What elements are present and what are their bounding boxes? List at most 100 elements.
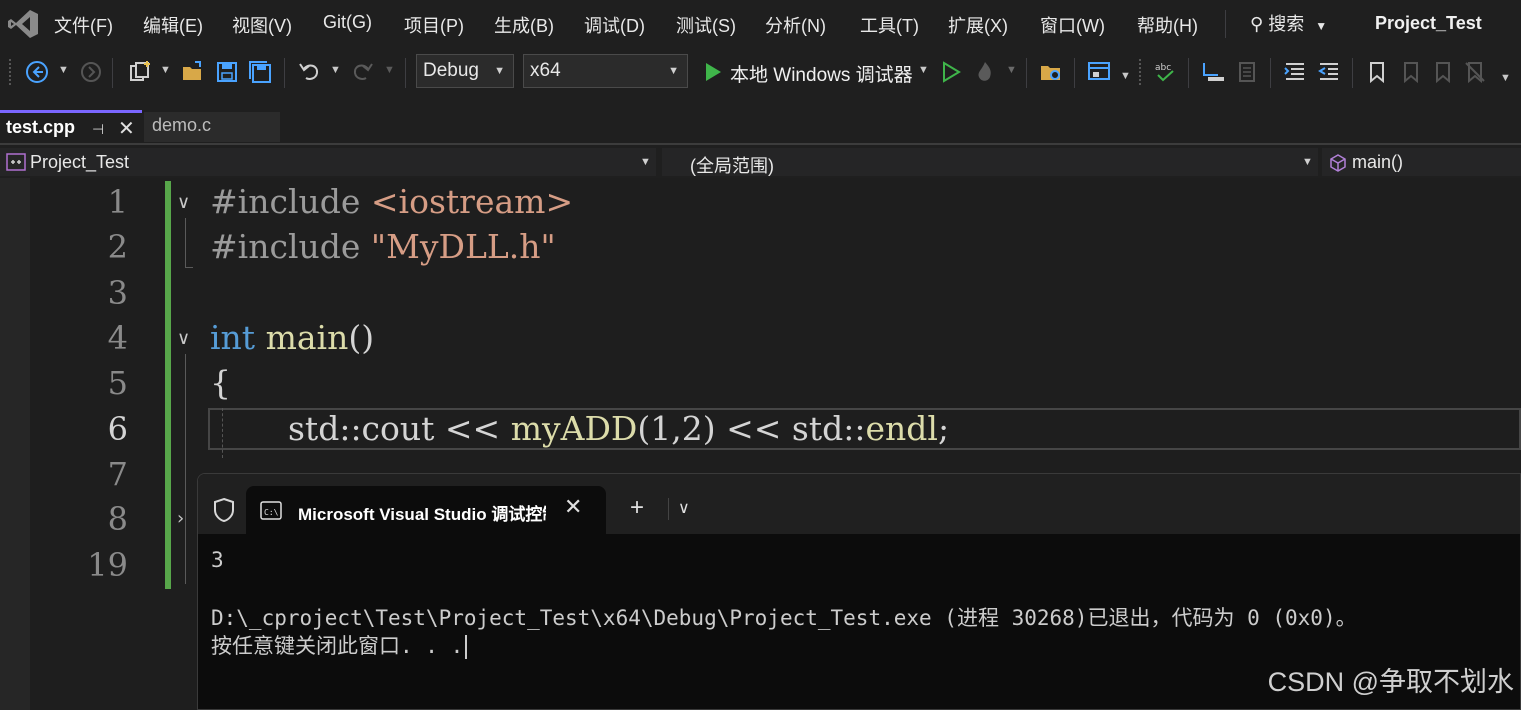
include-header: "MyDLL.h" <box>370 227 556 266</box>
console-prompt-line: 按任意键关闭此窗口. . . <box>211 630 468 660</box>
search-button[interactable]: ⚲ 搜索 ▼ <box>1250 10 1327 36</box>
console-title-bar[interactable]: C:\ Microsoft Visual Studio 调试控制台 ✕ + ∨ <box>198 474 1520 534</box>
collapse-chevron-icon[interactable]: ∨ <box>177 328 190 349</box>
menu-tools[interactable]: 工具(T) <box>860 12 919 38</box>
hot-reload-icon[interactable] <box>972 59 998 85</box>
code-line-1: #include <iostream> <box>210 182 573 221</box>
solution-configuration-select[interactable]: Debug ▼ <box>416 54 514 88</box>
terminal-icon: C:\ <box>260 501 282 520</box>
outline-guide <box>185 354 186 584</box>
close-icon[interactable]: ✕ <box>564 494 582 520</box>
menu-project[interactable]: 项目(P) <box>404 12 464 38</box>
spell-check-icon[interactable]: abc <box>1152 59 1178 85</box>
console-tab[interactable]: C:\ Microsoft Visual Studio 调试控制台 ✕ <box>246 486 606 534</box>
tab-test-cpp[interactable]: test.cpp ⊣ ✕ <box>0 110 142 144</box>
menu-git[interactable]: Git(G) <box>323 12 372 33</box>
start-debugging-button[interactable]: 本地 Windows 调试器 <box>730 60 913 87</box>
include-header: <iostream> <box>370 182 574 221</box>
preprocessor-directive: #include <box>210 227 361 266</box>
menu-debug[interactable]: 调试(D) <box>584 12 645 38</box>
menu-view[interactable]: 视图(V) <box>232 12 292 38</box>
watermark: CSDN @争取不划水 <box>1267 667 1514 697</box>
menu-file[interactable]: 文件(F) <box>54 12 113 38</box>
console-exit-message: D:\_cproject\Test\Project_Test\x64\Debug… <box>211 606 1357 630</box>
change-tracking-bar <box>165 181 171 589</box>
previous-bookmark-icon[interactable] <box>1398 59 1424 85</box>
chevron-down-icon[interactable]: ∨ <box>678 498 690 518</box>
hot-reload-dropdown-icon[interactable]: ▼ <box>1006 64 1017 76</box>
toolbar-grip[interactable] <box>1138 58 1142 86</box>
member-select[interactable]: main() <box>1322 148 1521 176</box>
menu-edit[interactable]: 编辑(E) <box>143 12 203 38</box>
toolbar-divider <box>1026 58 1027 88</box>
step-into-specific-icon[interactable] <box>1200 59 1226 85</box>
navigate-forward-icon[interactable] <box>78 59 104 85</box>
menu-test[interactable]: 测试(S) <box>676 12 736 38</box>
tab-label: demo.c <box>152 115 212 135</box>
standard-toolbar: ▼ ▼ ▼ ▼ Debug ▼ x64 ▼ 本地 Windows 调试器 ▼ ▼ <box>0 50 1521 94</box>
menu-analyze[interactable]: 分析(N) <box>765 12 826 38</box>
back-dropdown-icon[interactable]: ▼ <box>58 64 69 76</box>
chevron-down-icon: ▼ <box>1302 156 1313 168</box>
solution-platform-select[interactable]: x64 ▼ <box>523 54 688 88</box>
code-line-2: #include "MyDLL.h" <box>210 227 556 266</box>
redo-dropdown-icon[interactable]: ▼ <box>384 64 395 76</box>
line-number: 19 <box>87 546 128 584</box>
window-layout-icon[interactable] <box>1086 59 1112 85</box>
collapse-chevron-icon[interactable]: ∨ <box>177 192 190 213</box>
tab-demo-c[interactable]: demo.c <box>144 112 280 142</box>
menu-divider <box>1225 10 1226 38</box>
open-folder-icon[interactable] <box>180 59 206 85</box>
function-name: main <box>265 318 349 357</box>
toolbar-divider <box>1074 58 1075 88</box>
line-number: 1 <box>107 183 128 221</box>
redo-icon[interactable] <box>350 59 376 85</box>
bookmark-icon[interactable] <box>1364 59 1390 85</box>
console-output-line: 3 <box>211 548 224 572</box>
start-without-debugging-icon[interactable] <box>938 59 964 85</box>
menu-window[interactable]: 窗口(W) <box>1040 12 1105 38</box>
toolbar-grip[interactable] <box>8 58 12 86</box>
toolbar-overflow-icon[interactable]: ▼ <box>1500 72 1511 84</box>
new-project-icon[interactable] <box>127 59 153 85</box>
platform-value: x64 <box>530 60 561 81</box>
undo-dropdown-icon[interactable]: ▼ <box>330 64 341 76</box>
toolbar-divider <box>1352 58 1353 88</box>
toolbar-divider <box>1270 58 1271 88</box>
punctuation: { <box>210 363 231 402</box>
next-bookmark-icon[interactable] <box>1430 59 1456 85</box>
uncomment-lines-icon[interactable] <box>1316 59 1342 85</box>
solution-explorer-icon[interactable] <box>1038 59 1064 85</box>
scope-select[interactable]: (全局范围) ▼ <box>662 148 1318 176</box>
toggle-bookmark-disabled-icon[interactable] <box>1234 59 1260 85</box>
new-dropdown-icon[interactable]: ▼ <box>160 64 171 76</box>
navigate-back-icon[interactable] <box>24 59 50 85</box>
menu-extensions[interactable]: 扩展(X) <box>948 12 1008 38</box>
layout-dropdown-icon[interactable]: ▼ <box>1120 70 1131 82</box>
code-text: (1,2) << std:: <box>637 409 866 448</box>
title-bar-divider <box>668 498 669 520</box>
save-icon[interactable] <box>214 59 240 85</box>
outline-guide <box>185 218 186 268</box>
line-number: 2 <box>107 228 128 266</box>
close-icon[interactable]: ✕ <box>118 116 135 141</box>
chevron-down-icon: ▼ <box>640 156 651 168</box>
comment-lines-icon[interactable] <box>1282 59 1308 85</box>
debug-target-dropdown-icon[interactable]: ▼ <box>918 64 929 76</box>
configuration-value: Debug <box>423 60 479 81</box>
pin-icon[interactable]: ⊣ <box>92 121 104 138</box>
expand-chevron-icon[interactable]: › <box>177 508 184 529</box>
menu-build[interactable]: 生成(B) <box>494 12 554 38</box>
project-select[interactable]: Project_Test ▼ <box>0 148 656 176</box>
save-all-icon[interactable] <box>247 59 273 85</box>
clear-bookmarks-icon[interactable] <box>1462 59 1488 85</box>
menu-help[interactable]: 帮助(H) <box>1137 12 1198 38</box>
glyph-margin[interactable] <box>0 178 30 710</box>
start-debugging-icon[interactable] <box>700 59 726 85</box>
code-line-6: std::cout << myADD(1,2) << std::endl; <box>288 409 949 448</box>
undo-icon[interactable] <box>296 59 322 85</box>
line-number: 8 <box>107 500 128 538</box>
console-tab-title: Microsoft Visual Studio 调试控制台 <box>298 505 546 524</box>
debug-console-window[interactable]: C:\ Microsoft Visual Studio 调试控制台 ✕ + ∨ … <box>197 473 1521 710</box>
new-tab-plus-icon[interactable]: + <box>630 494 644 522</box>
